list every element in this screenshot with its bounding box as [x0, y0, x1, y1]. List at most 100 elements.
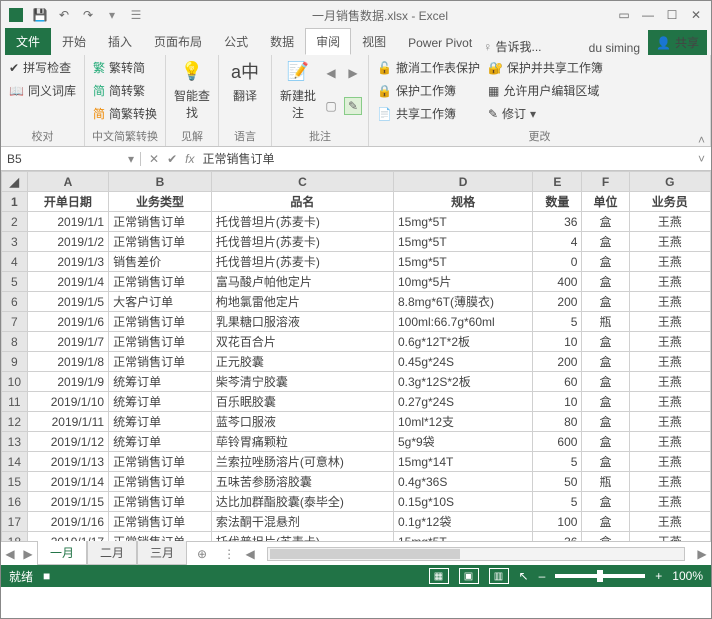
tab-formulas[interactable]: 公式 — [213, 28, 259, 55]
sheet-tab[interactable]: 二月 — [87, 541, 137, 565]
cell[interactable]: 数量 — [533, 192, 582, 212]
row-header[interactable]: 1 — [2, 192, 28, 212]
cell[interactable]: 统筹订单 — [109, 412, 212, 432]
col-header[interactable]: F — [582, 172, 629, 192]
cell[interactable]: 业务类型 — [109, 192, 212, 212]
cell[interactable]: 0 — [533, 252, 582, 272]
cell[interactable]: 2019/1/17 — [27, 532, 108, 542]
cell[interactable]: 品名 — [211, 192, 393, 212]
zoom-out-button[interactable]: – — [539, 569, 546, 583]
cell[interactable]: 正常销售订单 — [109, 312, 212, 332]
col-header[interactable]: B — [109, 172, 212, 192]
cell[interactable]: 王燕 — [629, 412, 710, 432]
col-header[interactable]: C — [211, 172, 393, 192]
tab-insert[interactable]: 插入 — [97, 28, 143, 55]
cell[interactable]: 2019/1/14 — [27, 472, 108, 492]
cell[interactable]: 盒 — [582, 392, 629, 412]
share-workbook-button[interactable]: 📄共享工作簿 — [375, 103, 482, 124]
smart-lookup-button[interactable]: 💡智能查找 — [172, 57, 212, 121]
cell[interactable]: 正常销售订单 — [109, 452, 212, 472]
page-layout-view-button[interactable]: ▣ — [459, 568, 479, 584]
cell[interactable]: 盒 — [582, 532, 629, 542]
protect-workbook-button[interactable]: 🔒保护工作簿 — [375, 80, 482, 101]
tab-file[interactable]: 文件 — [5, 28, 51, 55]
cell[interactable]: 盒 — [582, 352, 629, 372]
cell[interactable]: 百乐眠胶囊 — [211, 392, 393, 412]
cell[interactable]: 100ml:66.7g*60ml — [393, 312, 532, 332]
translate-button[interactable]: a中翻译 — [225, 57, 265, 104]
cell[interactable]: 200 — [533, 292, 582, 312]
cell[interactable]: 王燕 — [629, 452, 710, 472]
ribbon-display-icon[interactable]: ▭ — [615, 6, 633, 24]
cell[interactable]: 王燕 — [629, 472, 710, 492]
cell[interactable]: 5g*9袋 — [393, 432, 532, 452]
cell[interactable]: 乳果糖口服溶液 — [211, 312, 393, 332]
cell[interactable]: 盒 — [582, 372, 629, 392]
zoom-in-button[interactable]: + — [655, 569, 662, 583]
collapse-ribbon-icon[interactable]: ˄ — [698, 133, 705, 147]
row-header[interactable]: 5 — [2, 272, 28, 292]
thesaurus-button[interactable]: 📖同义词库 — [7, 80, 78, 101]
cell[interactable]: 盒 — [582, 272, 629, 292]
cell[interactable]: 100 — [533, 512, 582, 532]
col-header[interactable]: D — [393, 172, 532, 192]
cell[interactable]: 2019/1/12 — [27, 432, 108, 452]
cell[interactable]: 2019/1/3 — [27, 252, 108, 272]
row-header[interactable]: 13 — [2, 432, 28, 452]
cell[interactable]: 大客户订单 — [109, 292, 212, 312]
cell[interactable]: 80 — [533, 412, 582, 432]
cell[interactable]: 盒 — [582, 212, 629, 232]
protect-share-button[interactable]: 🔐保护并共享工作簿 — [486, 57, 605, 78]
cell[interactable]: 15mg*5T — [393, 532, 532, 542]
cell[interactable]: 达比加群酯胶囊(泰毕全) — [211, 492, 393, 512]
cell[interactable]: 王燕 — [629, 532, 710, 542]
trad-to-simp-button[interactable]: 繁繁转简 — [91, 57, 159, 78]
tab-review[interactable]: 审阅 — [305, 28, 351, 55]
cell[interactable]: 王燕 — [629, 372, 710, 392]
simp-to-trad-button[interactable]: 简简转繁 — [91, 80, 159, 101]
cell[interactable]: 正常销售订单 — [109, 532, 212, 542]
cell[interactable]: 盒 — [582, 512, 629, 532]
qat-more-icon[interactable]: ▾ — [103, 6, 121, 24]
cell[interactable]: 托伐普坦片(苏麦卡) — [211, 252, 393, 272]
row-header[interactable]: 8 — [2, 332, 28, 352]
cell[interactable]: 200 — [533, 352, 582, 372]
cell[interactable]: 柴芩清宁胶囊 — [211, 372, 393, 392]
cell[interactable]: 王燕 — [629, 352, 710, 372]
cell[interactable]: 0.3g*12S*2板 — [393, 372, 532, 392]
share-button[interactable]: 👤共享 — [648, 30, 707, 55]
tell-me[interactable]: ♀ 告诉我... — [483, 38, 541, 55]
track-changes-button[interactable]: ✎修订 ▾ — [486, 103, 605, 124]
cell[interactable]: 0.27g*24S — [393, 392, 532, 412]
cell[interactable]: 王燕 — [629, 492, 710, 512]
cell[interactable]: 15mg*5T — [393, 252, 532, 272]
cell[interactable]: 盒 — [582, 452, 629, 472]
cell[interactable]: 业务员 — [629, 192, 710, 212]
tab-data[interactable]: 数据 — [259, 28, 305, 55]
cell[interactable]: 正常销售订单 — [109, 232, 212, 252]
name-box[interactable]: B5▾ — [1, 152, 141, 166]
maximize-icon[interactable]: ☐ — [663, 6, 681, 24]
new-sheet-button[interactable]: ⊕ — [187, 547, 217, 561]
cell[interactable]: 五味苦参肠溶胶囊 — [211, 472, 393, 492]
row-header[interactable]: 2 — [2, 212, 28, 232]
undo-icon[interactable]: ↶ — [55, 6, 73, 24]
cell[interactable]: 托伐普坦片(苏麦卡) — [211, 532, 393, 542]
cell[interactable]: 2019/1/4 — [27, 272, 108, 292]
cell[interactable]: 400 — [533, 272, 582, 292]
cell[interactable]: 正常销售订单 — [109, 512, 212, 532]
cell[interactable]: 4 — [533, 232, 582, 252]
cell[interactable]: 2019/1/11 — [27, 412, 108, 432]
tab-home[interactable]: 开始 — [51, 28, 97, 55]
cell[interactable]: 王燕 — [629, 272, 710, 292]
sheet-tab[interactable]: 三月 — [137, 541, 187, 565]
new-comment-button[interactable]: 📝新建批注 — [278, 57, 318, 121]
row-header[interactable]: 12 — [2, 412, 28, 432]
cell[interactable]: 王燕 — [629, 232, 710, 252]
expand-formula-icon[interactable]: ˅ — [692, 152, 711, 166]
row-header[interactable]: 14 — [2, 452, 28, 472]
cell[interactable]: 盒 — [582, 232, 629, 252]
minimize-icon[interactable]: — — [639, 6, 657, 24]
tab-view[interactable]: 视图 — [351, 28, 397, 55]
cell[interactable]: 盒 — [582, 492, 629, 512]
